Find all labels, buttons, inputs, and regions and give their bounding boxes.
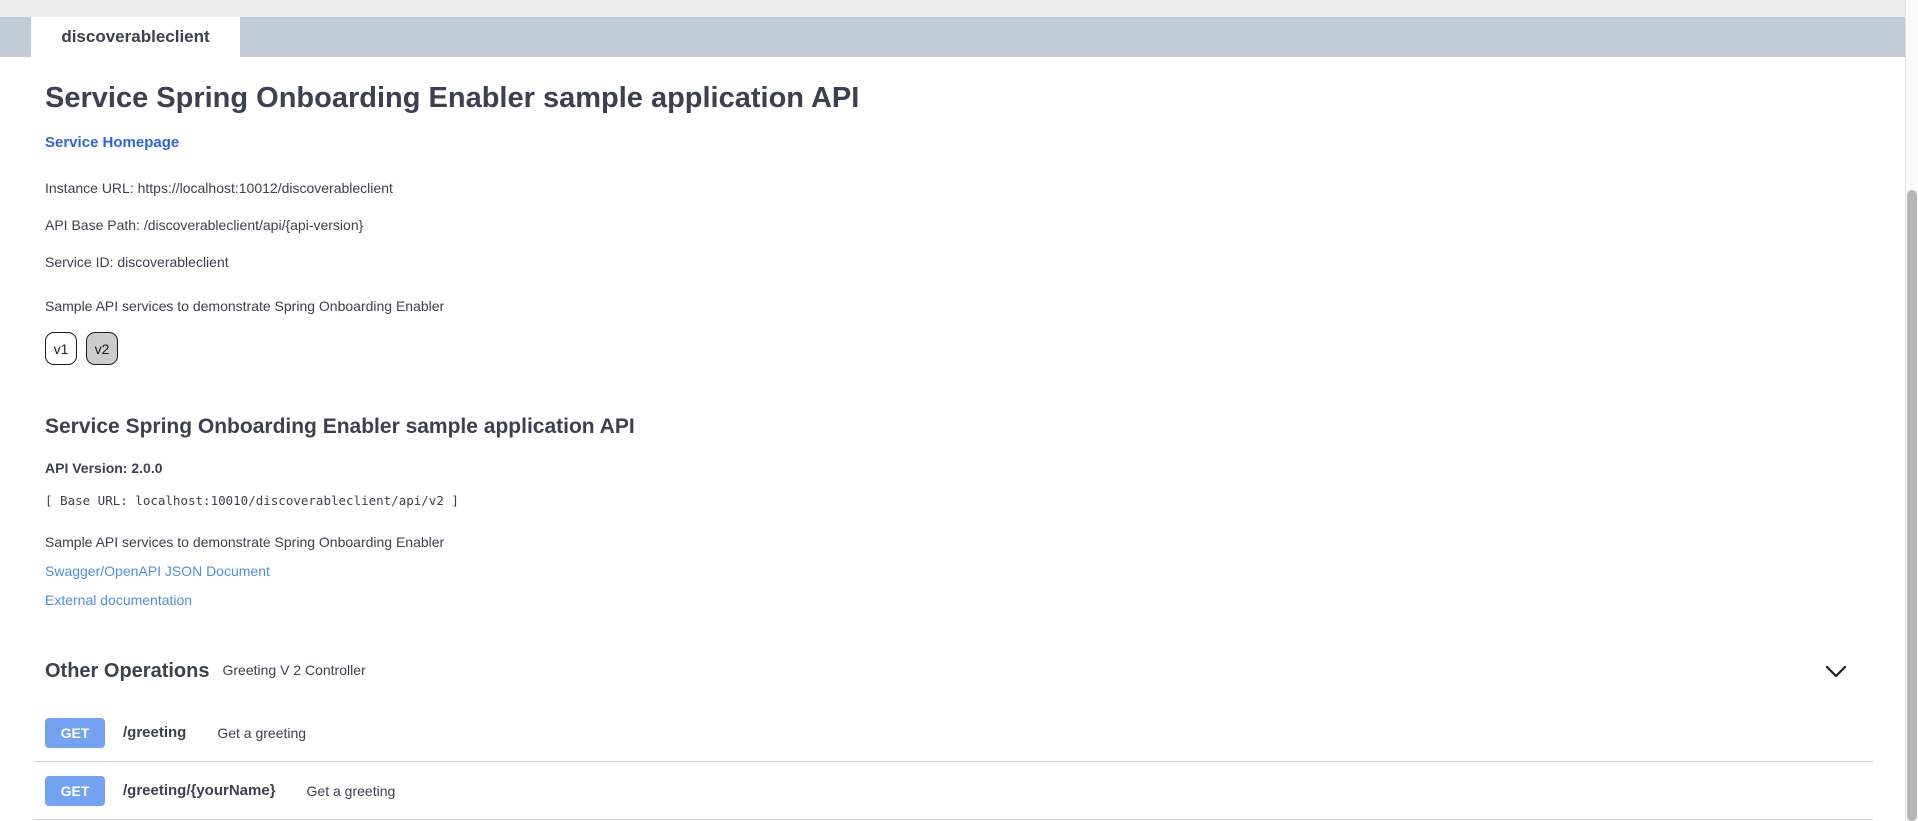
- chevron-down-icon[interactable]: [1825, 665, 1847, 679]
- top-strip: [0, 0, 1905, 17]
- get-method-badge: GET: [45, 776, 105, 806]
- get-method-badge: GET: [45, 718, 105, 748]
- operation-path: /greeting/{yourName}: [123, 782, 276, 799]
- other-operations-title: Other Operations: [45, 660, 209, 683]
- external-documentation-link[interactable]: External documentation: [45, 592, 1860, 608]
- operation-path: /greeting: [123, 724, 186, 741]
- version-button-v2[interactable]: v2: [86, 332, 118, 365]
- instance-url-text: Instance URL: https://localhost:10012/di…: [45, 180, 1860, 196]
- tab-discoverableclient[interactable]: discoverableclient: [31, 17, 240, 57]
- operation-row-greeting-yourname[interactable]: GET /greeting/{yourName} Get a greeting: [34, 762, 1873, 820]
- vertical-scrollbar[interactable]: [1905, 0, 1918, 821]
- service-description: Sample API services to demonstrate Sprin…: [45, 298, 1860, 314]
- main-content: Service Spring Onboarding Enabler sample…: [0, 81, 1905, 820]
- service-title: Service Spring Onboarding Enabler sample…: [45, 81, 1860, 115]
- scrollbar-thumb[interactable]: [1907, 190, 1917, 821]
- version-selector: v1 v2: [45, 332, 1860, 365]
- operation-row-greeting[interactable]: GET /greeting Get a greeting: [34, 704, 1873, 762]
- other-operations-section: Other Operations Greeting V 2 Controller…: [34, 652, 1873, 820]
- version-button-v1[interactable]: v1: [45, 332, 77, 365]
- swagger-json-link[interactable]: Swagger/OpenAPI JSON Document: [45, 563, 1860, 579]
- operation-summary: Get a greeting: [307, 783, 396, 799]
- tab-bar: discoverableclient: [0, 17, 1905, 57]
- api-doc-title: Service Spring Onboarding Enabler sample…: [45, 415, 1860, 439]
- service-id-text: Service ID: discoverableclient: [45, 254, 1860, 270]
- service-info: Instance URL: https://localhost:10012/di…: [45, 180, 1860, 270]
- service-homepage-link[interactable]: Service Homepage: [45, 134, 179, 151]
- api-version-label: API Version: 2.0.0: [45, 460, 1860, 476]
- operation-summary: Get a greeting: [217, 725, 306, 741]
- controller-subtitle: Greeting V 2 Controller: [222, 662, 365, 678]
- other-operations-header[interactable]: Other Operations Greeting V 2 Controller: [34, 652, 1873, 691]
- api-base-path-text: API Base Path: /discoverableclient/api/{…: [45, 217, 1860, 233]
- base-url-text: [ Base URL: localhost:10010/discoverable…: [45, 493, 1860, 508]
- api-doc-description: Sample API services to demonstrate Sprin…: [45, 534, 1860, 550]
